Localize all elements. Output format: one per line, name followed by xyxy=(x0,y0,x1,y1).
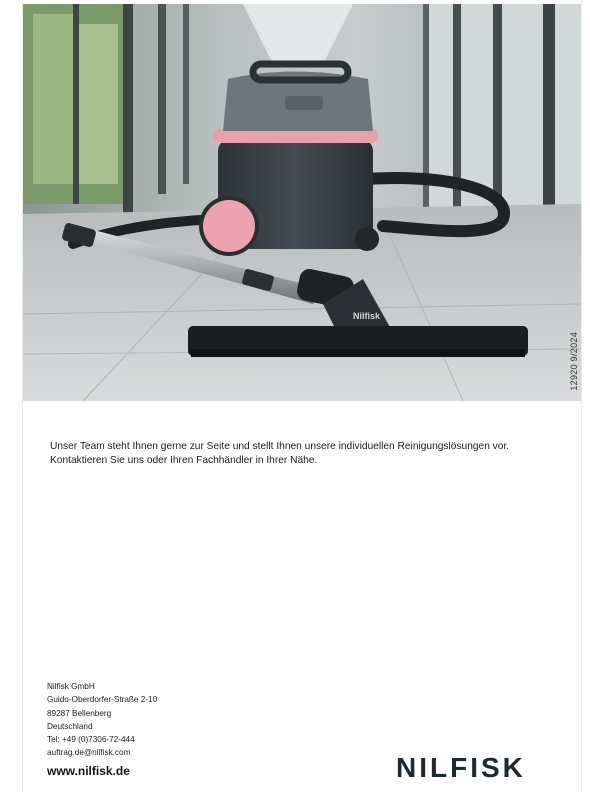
city: 89287 Bellenberg xyxy=(47,708,112,718)
phone-number: Tel: +49 (0)7306-72-444 xyxy=(47,735,135,745)
intro-line-2: Kontaktieren Sie uns oder Ihren Fachhänd… xyxy=(50,455,318,466)
vacuum-cleaner-image: Nilfisk xyxy=(23,4,581,401)
nozzle-brand-label: Nilfisk xyxy=(353,311,381,321)
logo-text: NILFISK xyxy=(396,752,526,782)
company-name: Nilfisk GmbH xyxy=(47,682,95,691)
street-address: Guido-Oberdorfer-Straße 2-10 xyxy=(47,695,158,705)
hero-photo: Nilfisk 12920 9/2024 xyxy=(23,4,581,401)
intro-line-1: Unser Team steht Ihnen gerne zur Seite u… xyxy=(50,441,510,452)
intro-text: Unser Team steht Ihnen gerne zur Seite u… xyxy=(50,440,570,468)
country: Deutschland xyxy=(47,721,93,731)
page: Nilfisk 12920 9/2024 Unser Team steht Ih… xyxy=(0,0,590,792)
contact-address: Nilfisk GmbH Guido-Oberdorfer-Straße 2-1… xyxy=(47,680,157,760)
nilfisk-logo: NILFISK xyxy=(396,752,526,782)
print-code: 12920 9/2024 xyxy=(569,332,579,391)
email-address[interactable]: auftrag.de@nilfisk.com xyxy=(47,746,157,759)
website-link[interactable]: www.nilfisk.de xyxy=(47,764,130,778)
